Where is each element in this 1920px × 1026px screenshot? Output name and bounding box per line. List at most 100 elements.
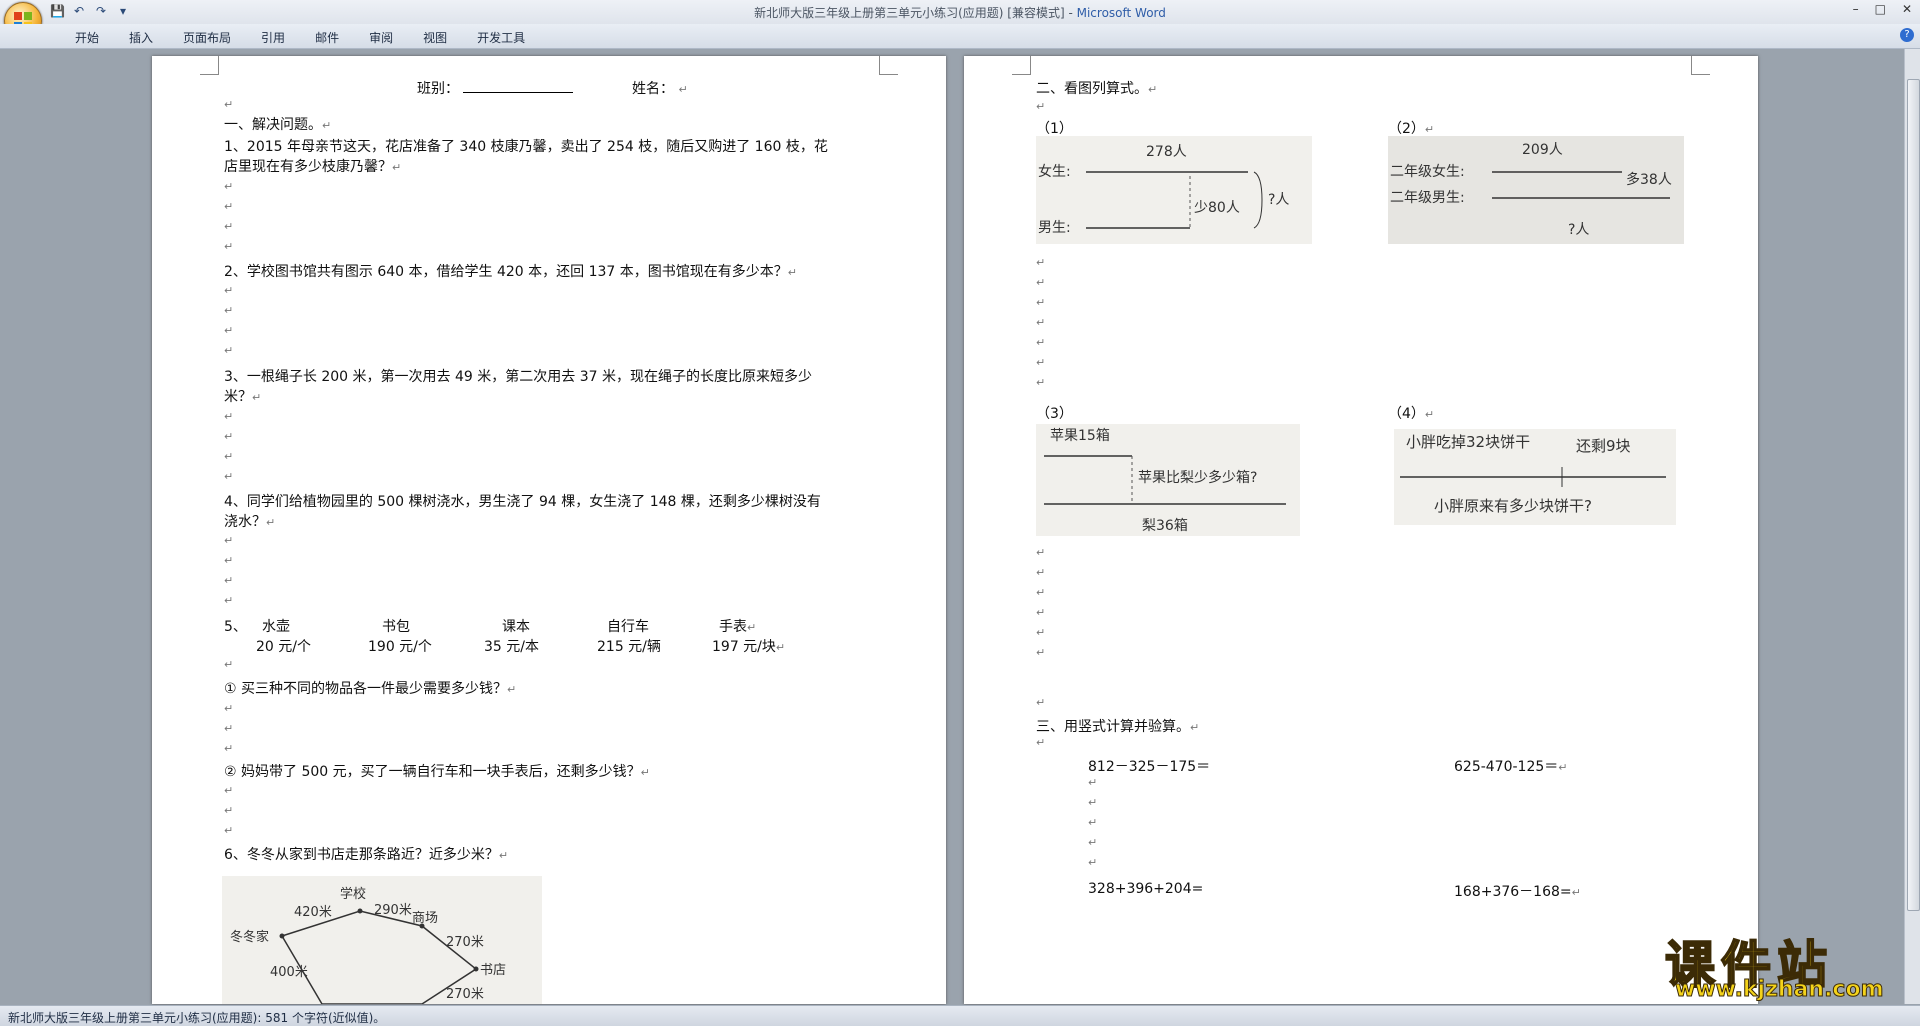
tab-insert[interactable]: 插入 xyxy=(114,29,168,46)
figure-4-label: （4）↵ xyxy=(1388,406,1435,422)
paragraph-mark: ↵ xyxy=(1088,836,1098,849)
map-label-bookstore: 书店 xyxy=(480,963,506,978)
item-price: 197 元/块↵ xyxy=(712,639,786,655)
paragraph-mark: ↵ xyxy=(1036,586,1046,599)
paragraph-mark: ↵ xyxy=(1036,336,1046,349)
paragraph-mark: ↵ xyxy=(1036,296,1046,309)
tab-review[interactable]: 审阅 xyxy=(354,29,408,46)
figure-2-diagram: 209人 二年级女生: 二年级男生: 多38人 ?人 xyxy=(1388,136,1684,244)
scrollbar-thumb[interactable] xyxy=(1907,79,1920,911)
paragraph-mark: ↵ xyxy=(1036,606,1046,619)
paragraph-mark: ↵ xyxy=(1036,256,1046,269)
fig1-top-label: 278人 xyxy=(1146,144,1187,160)
window-title: 新北师大版三年级上册第三单元小练习(应用题) [兼容模式] - Microsof… xyxy=(754,6,1166,20)
document-page-1[interactable]: 班别： 姓名： ↵ 一、解决问题。↵ 1、2015 年母亲节这天，花店准备了 3… xyxy=(152,56,946,1004)
paragraph-mark: ↵ xyxy=(224,784,234,797)
tab-mailings[interactable]: 邮件 xyxy=(300,29,354,46)
fig2-boys-label: 二年级男生: xyxy=(1390,190,1465,206)
question-2: 2、学校图书馆共有图示 640 本，借给学生 420 本，还回 137 本，图书… xyxy=(224,264,797,280)
tab-home[interactable]: 开始 xyxy=(60,29,114,46)
paragraph-mark: ↵ xyxy=(1036,316,1046,329)
paragraph-mark: ↵ xyxy=(1036,276,1046,289)
item-name: 自行车 xyxy=(607,619,649,635)
map-label-mall: 商场 xyxy=(412,911,438,926)
paragraph-mark: ↵ xyxy=(224,594,234,607)
item-name: 水壶 xyxy=(262,619,290,635)
paragraph-mark: ↵ xyxy=(224,430,234,443)
paragraph-mark: ↵ xyxy=(224,324,234,337)
paragraph-mark: ↵ xyxy=(224,658,234,671)
map-distance: 290米 xyxy=(374,903,412,918)
fig3-apple-label: 苹果15箱 xyxy=(1050,428,1110,444)
crop-mark xyxy=(1012,56,1031,75)
paragraph-mark: ↵ xyxy=(224,534,234,547)
status-text: 新北师大版三年级上册第三单元小练习(应用题): 581 个字符(近似值)。 xyxy=(8,1011,386,1025)
map-label-school: 学校 xyxy=(340,886,366,902)
paragraph-mark: ↵ xyxy=(224,824,234,837)
fig4-question-label: 小胖原来有多少块饼干? xyxy=(1434,497,1592,515)
fig2-total-label: ?人 xyxy=(1568,222,1589,238)
minimize-icon[interactable]: – xyxy=(1853,2,1859,16)
item-name: 手表↵ xyxy=(719,619,757,635)
figure-3-diagram: 苹果15箱 苹果比梨少多少箱? 梨36箱 xyxy=(1036,424,1300,536)
figure-4-diagram: 小胖吃掉32块饼干 还剩9块 小胖原来有多少块饼干? xyxy=(1394,429,1676,525)
maximize-icon[interactable]: □ xyxy=(1875,2,1886,16)
question-5-sub2: ② 妈妈带了 500 元，买了一辆自行车和一块手表后，还剩多少钱？↵ xyxy=(224,764,650,780)
question-1: 1、2015 年母亲节这天，花店准备了 340 枝康乃馨，卖出了 254 枝，随… xyxy=(224,139,828,155)
paragraph-mark: ↵ xyxy=(1036,100,1046,113)
map-distance: 400米 xyxy=(270,965,308,980)
map-distance: 270米 xyxy=(446,987,484,1002)
tab-page-layout[interactable]: 页面布局 xyxy=(168,29,246,46)
tab-references[interactable]: 引用 xyxy=(246,29,300,46)
status-bar: 新北师大版三年级上册第三单元小练习(应用题): 581 个字符(近似值)。 xyxy=(0,1005,1920,1026)
paragraph-mark: ↵ xyxy=(1036,546,1046,559)
calc-4: 168+376－168=↵ xyxy=(1454,884,1581,900)
paragraph-mark: ↵ xyxy=(224,98,234,111)
question-1-cont: 店里现在有多少枝康乃馨？↵ xyxy=(224,159,402,175)
paragraph-mark: ↵ xyxy=(1088,856,1098,869)
question-5-sub1: ① 买三种不同的物品各一件最少需要多少钱？↵ xyxy=(224,681,517,697)
paragraph-mark: ↵ xyxy=(1088,796,1098,809)
kjzhan-watermark-logo: 课件站 www.kjzhan.com xyxy=(1664,925,1900,1003)
figure-1-label: （1） xyxy=(1036,121,1073,137)
paragraph-mark: ↵ xyxy=(224,450,234,463)
item-price: 215 元/辆 xyxy=(597,639,661,655)
header-class-label: 班别： xyxy=(417,78,573,98)
item-name: 书包 xyxy=(382,619,410,635)
paragraph-mark: ↵ xyxy=(1036,736,1046,749)
paragraph-mark: ↵ xyxy=(1036,696,1046,709)
figure-2-label: （2）↵ xyxy=(1388,121,1435,137)
paragraph-mark: ↵ xyxy=(224,742,234,755)
map-distance: 420米 xyxy=(294,905,332,920)
route-map-figure: 冬冬家 学校 商场 书店 420米 290米 270米 270米 400米 xyxy=(222,876,542,1004)
title-bar: 💾 ↶ ↷ ▾ 新北师大版三年级上册第三单元小练习(应用题) [兼容模式] - … xyxy=(0,0,1920,25)
item-name: 课本 xyxy=(502,619,530,635)
question-3-cont: 米？↵ xyxy=(224,389,262,405)
close-icon[interactable]: ✕ xyxy=(1902,2,1912,16)
section2-title: 二、看图列算式。↵ xyxy=(1036,81,1158,97)
fig2-girls-label: 二年级女生: xyxy=(1390,163,1465,180)
ribbon-tabs: 开始 插入 页面布局 引用 邮件 审阅 视图 开发工具 xyxy=(60,29,540,46)
fig1-girls-label: 女生: xyxy=(1038,163,1071,180)
vertical-scrollbar[interactable] xyxy=(1904,49,1920,1004)
help-icon[interactable]: ? xyxy=(1900,28,1914,42)
question-3: 3、一根绳子长 200 米，第一次用去 49 米，第二次用去 37 米，现在绳子… xyxy=(224,369,812,385)
watermark-url-text: www.kjzhan.com xyxy=(1675,977,1885,1003)
paragraph-mark: ↵ xyxy=(1036,356,1046,369)
calc-2: 625-470-125＝↵ xyxy=(1454,759,1568,775)
item-price: 20 元/个 xyxy=(256,639,311,655)
paragraph-mark: ↵ xyxy=(224,284,234,297)
question-4: 4、同学们给植物园里的 500 棵树浇水，男生浇了 94 棵，女生浇了 148 … xyxy=(224,494,821,510)
paragraph-mark: ↵ xyxy=(224,470,234,483)
paragraph-mark: ↵ xyxy=(1088,816,1098,829)
tab-developer[interactable]: 开发工具 xyxy=(462,29,540,46)
route-map-graphic: 冬冬家 学校 商场 书店 420米 290米 270米 270米 400米 xyxy=(230,886,506,1004)
tab-view[interactable]: 视图 xyxy=(408,29,462,46)
figure-3-label: （3） xyxy=(1036,406,1073,422)
figure-1-diagram: 女生: 男生: 278人 少80人 ?人 xyxy=(1036,136,1312,244)
document-page-2[interactable]: 二、看图列算式。↵ （1） （2）↵ 女生: 男生: 278人 少80人 ?人 … xyxy=(964,56,1758,1004)
fig2-top-label: 209人 xyxy=(1522,142,1563,158)
fig3-question-label: 苹果比梨少多少箱? xyxy=(1138,469,1257,486)
paragraph-mark: ↵ xyxy=(224,344,234,357)
question-6: 6、冬冬从家到书店走那条路近？近多少米？↵ xyxy=(224,847,509,863)
